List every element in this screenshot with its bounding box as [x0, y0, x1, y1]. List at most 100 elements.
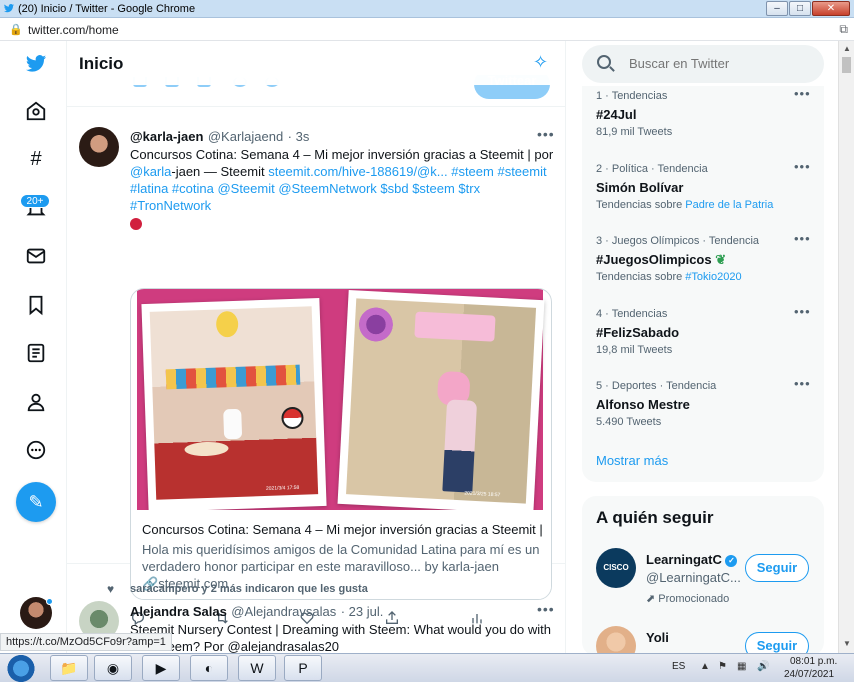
tweet-author-name[interactable]: @karla-jaen [130, 129, 203, 144]
scroll-thumb[interactable] [842, 57, 851, 73]
party-banner [165, 364, 301, 390]
trend-item[interactable]: 3 · Juegos Olímpicos · Tendencia #Juegos… [582, 231, 824, 303]
tweet-more-icon[interactable]: ••• [537, 601, 555, 617]
tweet-text: Concursos Cotina: Semana 4 – Mi mejor in… [130, 146, 555, 231]
card-image[interactable]: 2021/3/4 17:58 2021/3/25 18:57 [137, 289, 545, 514]
address-bar[interactable]: 🔒 twitter.com/home ⧉ [0, 19, 854, 41]
trend-more-icon[interactable]: ••• [794, 376, 811, 391]
steem-emoji-icon [130, 217, 142, 230]
tray-volume-icon[interactable]: 🔊 [757, 661, 769, 672]
twitter-logo-icon[interactable] [21, 49, 51, 79]
trend-more-icon[interactable]: ••• [794, 231, 811, 246]
minimize-button[interactable]: – [766, 1, 788, 16]
tweet-author-handle[interactable]: @Karlajaend [208, 129, 283, 144]
scroll-down-arrow-icon[interactable]: ▼ [843, 639, 851, 648]
trend-meta: 5 · Deportes · Tendencia [596, 380, 717, 392]
card-description: Hola mis queridísimos amigos de la Comun… [142, 542, 540, 574]
tweet-author-avatar[interactable] [79, 127, 119, 167]
start-button[interactable] [4, 654, 38, 683]
follow-handle[interactable]: @LearningatC... [646, 570, 741, 585]
tweet-text-part2: -jaen — Steemit [171, 164, 265, 179]
tweet-time[interactable]: · 3s [288, 129, 310, 144]
pokeball-icon [281, 406, 304, 430]
timeline-header: Inicio ✧ [67, 41, 565, 85]
sparkle-icon[interactable]: ✧ [533, 52, 548, 73]
trend-sub-text: Tendencias sobre [596, 271, 683, 283]
birthday-banner [414, 311, 496, 342]
photo-party-girl: 2021/3/25 18:57 [337, 290, 545, 514]
word-icon[interactable]: W [238, 655, 276, 681]
tweet-author-name[interactable]: Alejandra Salas [130, 604, 227, 619]
bookmark-icon[interactable] [21, 290, 51, 320]
clock-time[interactable]: 08:01 p.m. [790, 656, 837, 667]
language-indicator[interactable]: ES [672, 661, 685, 672]
show-more-link[interactable]: Mostrar más [596, 453, 668, 468]
steemit-link[interactable]: steemit.com/hive-188619/@k... [268, 164, 447, 179]
envelope-icon[interactable] [21, 241, 51, 271]
promoted-label: ⬈ Promocionado [646, 592, 729, 605]
trend-item[interactable]: 5 · Deportes · Tendencia Alfonso Mestre … [582, 376, 824, 448]
search-input[interactable] [629, 56, 809, 71]
trend-sub-link[interactable]: #Tokio2020 [685, 271, 741, 283]
photo1-timestamp: 2021/3/4 17:58 [265, 484, 300, 492]
chrome-icon[interactable]: ◉ [94, 655, 132, 681]
file-explorer-icon[interactable]: 📁 [50, 655, 88, 681]
trend-sub: 81,9 mil Tweets [596, 126, 673, 138]
trend-name-text: #JuegosOlimpicos [596, 252, 712, 267]
home-icon[interactable] [21, 96, 51, 126]
search-box[interactable] [582, 45, 824, 83]
trend-name: Simón Bolívar [596, 180, 684, 195]
page-scrollbar[interactable]: ▲ ▼ [838, 41, 854, 653]
maximize-button[interactable]: □ [789, 1, 811, 16]
media-player-icon[interactable]: ▶ [142, 655, 180, 681]
list-icon[interactable] [21, 338, 51, 368]
tweet-author-handle[interactable]: @Alejandravsalas [231, 604, 336, 619]
follow-button[interactable]: Seguir [745, 554, 809, 582]
left-navigation: # 20+ ✎ [0, 41, 66, 653]
hashtag-explore-icon[interactable]: # [21, 144, 51, 174]
edge-icon[interactable]: ◐ [190, 655, 228, 681]
lock-icon[interactable]: 🔒 [9, 23, 23, 36]
social-context[interactable]: saracampero y 2 más indicaron que les gu… [130, 583, 368, 595]
trend-more-icon[interactable]: ••• [794, 304, 811, 319]
tray-arrow-icon[interactable]: ▲ [700, 661, 710, 672]
hashtags-line1[interactable]: #steem #steemit [451, 164, 546, 179]
clock-date[interactable]: 24/07/2021 [784, 669, 834, 680]
scroll-up-arrow-icon[interactable]: ▲ [843, 44, 851, 53]
photo-party-boy: 2021/3/4 17:58 [141, 297, 327, 513]
tray-network-icon[interactable]: ▦ [737, 661, 746, 672]
trend-meta: 2 · Política · Tendencia [596, 163, 708, 175]
tweet-time[interactable]: · 23 jul. [341, 604, 384, 619]
trend-item[interactable]: 2 · Política · Tendencia Simón Bolívar T… [582, 159, 824, 231]
trend-meta: 4 · Tendencias [596, 308, 668, 320]
trend-meta: 3 · Juegos Olímpicos · Tendencia [596, 235, 760, 247]
follow-name[interactable]: Yoli [646, 630, 669, 645]
powerpoint-icon[interactable]: P [284, 655, 322, 681]
extension-icon[interactable]: ⧉ [839, 22, 848, 37]
verified-badge-icon: ✓ [725, 554, 738, 567]
who-to-follow-panel: A quién seguir CISCO LearningatC ✓ @Lear… [582, 496, 824, 656]
url-text[interactable]: twitter.com/home [28, 23, 119, 37]
profile-icon[interactable] [21, 387, 51, 417]
trend-item[interactable]: 4 · Tendencias #FelizSabado 19,8 mil Twe… [582, 304, 824, 376]
trend-more-icon[interactable]: ••• [794, 159, 811, 174]
compose-tweet-button[interactable]: ✎ [16, 482, 56, 522]
mention-link[interactable]: @karla [130, 164, 171, 179]
trend-item[interactable]: 1 · Tendencias #24Jul 81,9 mil Tweets ••… [582, 86, 824, 158]
trend-name: #24Jul [596, 107, 637, 122]
card-title[interactable]: Concursos Cotina: Semana 4 – Mi mejor in… [142, 522, 542, 537]
link-card[interactable]: 2021/3/4 17:58 2021/3/25 18:57 Concursos… [130, 288, 552, 600]
close-window-button[interactable]: ✕ [812, 1, 850, 16]
yoli-avatar[interactable] [596, 626, 636, 656]
tweet-more-icon[interactable]: ••• [537, 126, 555, 142]
hashtags-line2[interactable]: #latina #cotina @Steemit @SteemNetwork $… [130, 181, 480, 213]
laurel-emoji-icon: ❦ [715, 252, 727, 267]
cisco-avatar[interactable]: CISCO [596, 548, 636, 588]
tweet[interactable]: @karla-jaen @Karlajaend · 3s ••• Concurs… [67, 108, 565, 626]
trend-name: #JuegosOlimpicos ❦ [596, 252, 726, 268]
tray-flag-icon[interactable]: ⚑ [718, 661, 727, 672]
trend-sub-link[interactable]: Padre de la Patria [685, 199, 773, 211]
follow-name[interactable]: LearningatC ✓ [646, 552, 738, 567]
more-options-icon[interactable] [21, 435, 51, 465]
trend-more-icon[interactable]: ••• [794, 86, 811, 101]
